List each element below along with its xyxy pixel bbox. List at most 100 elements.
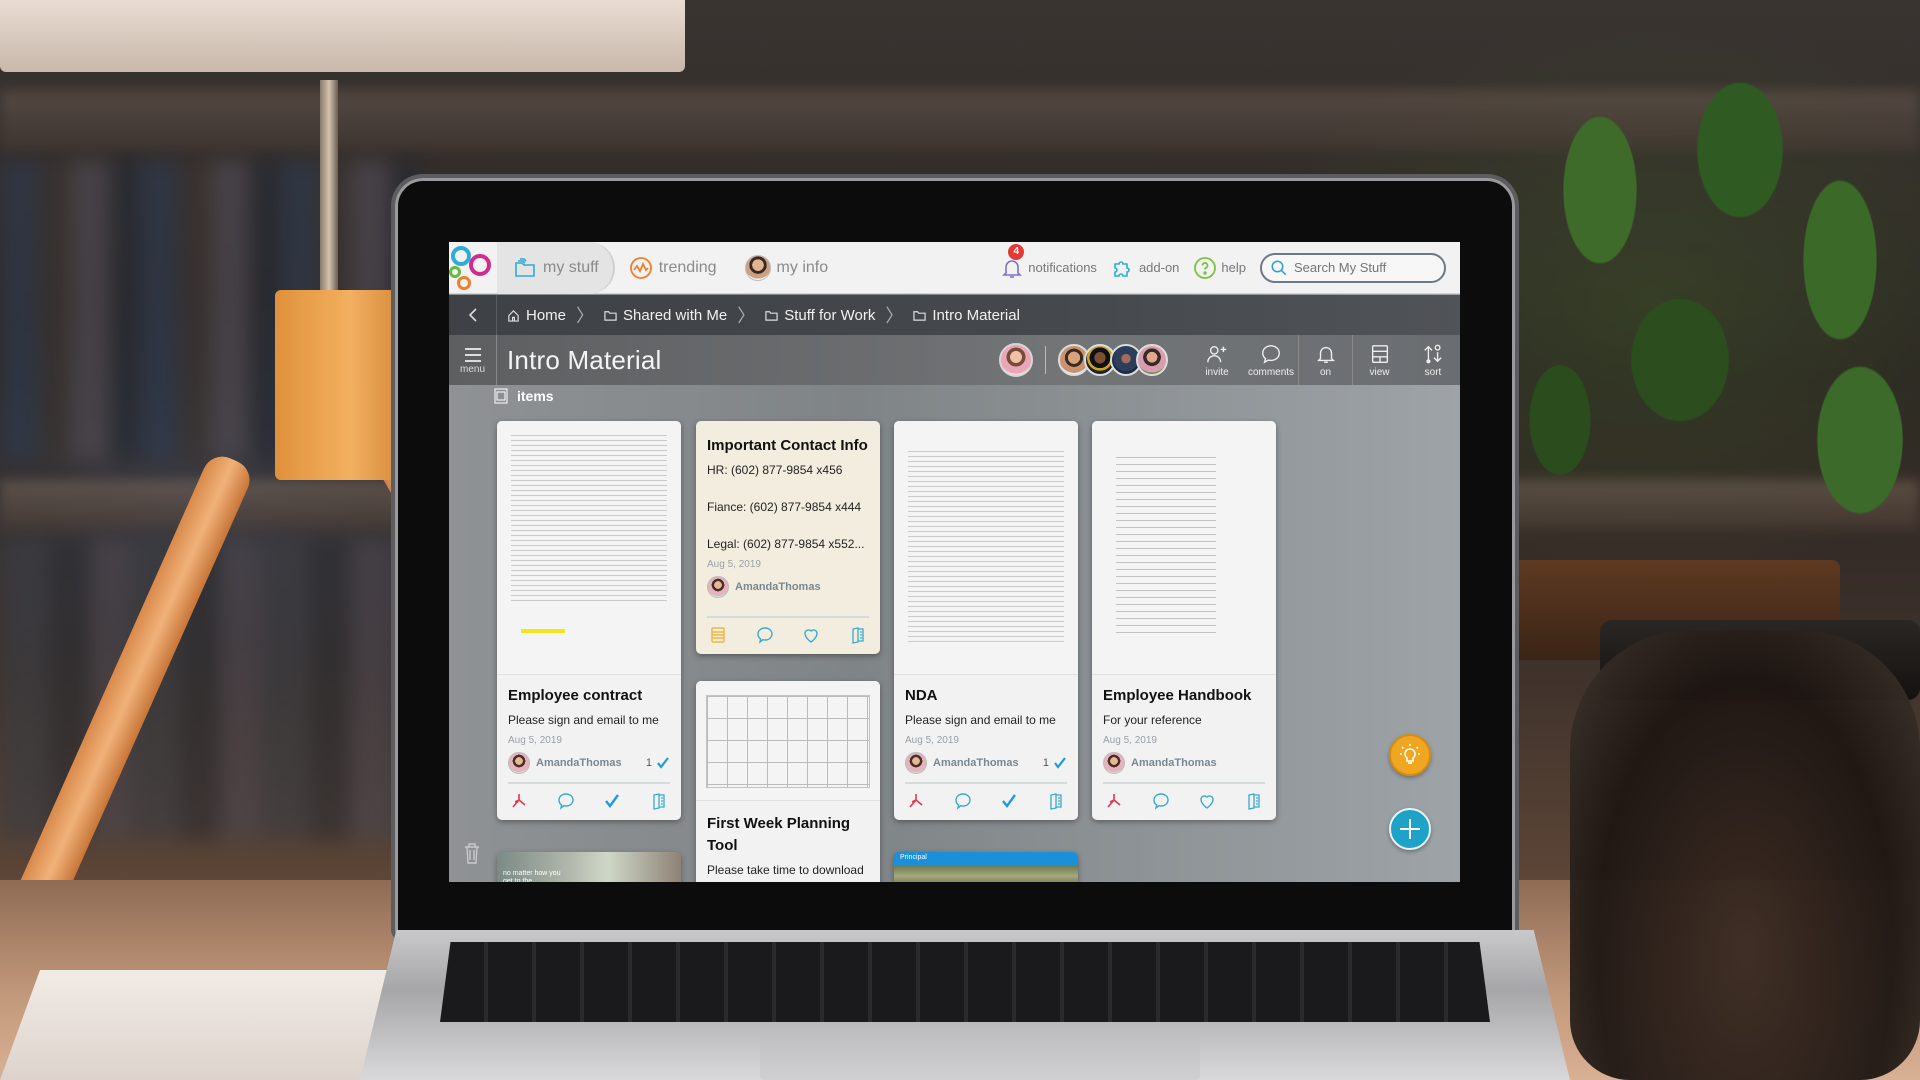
card-actions <box>707 616 869 654</box>
video-caption: no matter how you get to the <box>503 870 561 882</box>
card-title: Employee contract <box>508 687 643 704</box>
item-card-employee-handbook[interactable]: Employee Handbook For your reference Aug… <box>1092 421 1276 820</box>
tab-my-info[interactable]: my info <box>731 242 843 294</box>
sort-button[interactable]: sort <box>1406 335 1460 385</box>
plant <box>1480 40 1920 600</box>
card-subtitle: Please sign and email to me <box>508 713 659 727</box>
addon-button[interactable]: add-on <box>1111 256 1179 280</box>
check-count: 1 <box>1043 756 1067 770</box>
avatar <box>905 752 927 774</box>
add-item-button[interactable] <box>1389 808 1431 850</box>
card-subtitle: Please sign and email to me <box>905 713 1056 727</box>
avatar <box>1103 752 1125 774</box>
details-icon[interactable] <box>650 792 668 810</box>
tool-label: sort <box>1424 366 1442 378</box>
check-count-value: 1 <box>645 757 652 769</box>
comment-icon[interactable] <box>557 792 575 810</box>
breadcrumb-label: Shared with Me <box>623 306 728 324</box>
menu-button[interactable]: menu <box>449 335 497 385</box>
avatar <box>744 254 771 281</box>
items-icon <box>494 388 508 404</box>
tool-label: invite <box>1205 366 1229 378</box>
comment-icon[interactable] <box>1152 792 1170 810</box>
tab-my-stuff[interactable]: my stuff <box>497 242 615 294</box>
item-card-employee-contract[interactable]: Employee contract Please sign and email … <box>497 421 681 820</box>
check-count: 1 <box>646 756 670 770</box>
folder-icon <box>913 310 927 321</box>
app-logo[interactable] <box>449 242 497 294</box>
check-icon[interactable] <box>603 792 621 810</box>
card-actions <box>1103 782 1265 820</box>
tips-button[interactable] <box>1389 734 1431 776</box>
details-icon[interactable] <box>849 626 867 644</box>
comment-icon[interactable] <box>954 792 972 810</box>
card-owner: AmandaThomas 1 <box>508 752 670 774</box>
back-button[interactable] <box>449 295 497 335</box>
tool-label: comments <box>1247 366 1295 378</box>
help-button[interactable]: help <box>1193 256 1246 280</box>
details-icon[interactable] <box>1047 792 1065 810</box>
breadcrumb-home[interactable]: Home <box>507 307 566 324</box>
search-icon <box>1271 260 1287 275</box>
page-title: Intro Material <box>507 344 662 375</box>
add-user-icon <box>1207 345 1227 362</box>
avatar <box>508 752 530 774</box>
pdf-icon[interactable] <box>907 792 925 810</box>
pdf-icon[interactable] <box>510 792 528 810</box>
top-nav: my stuff trending my info 4 notification… <box>449 242 1460 294</box>
details-icon[interactable] <box>1245 792 1263 810</box>
item-card-important-contact-info[interactable]: Important Contact Info HR: (602) 877-985… <box>696 421 880 654</box>
member-avatars[interactable] <box>1058 344 1168 376</box>
item-card-web-link[interactable]: Principal <box>894 852 1078 882</box>
document-thumbnail <box>696 681 880 801</box>
member-avatar[interactable] <box>1136 344 1168 376</box>
comment-icon[interactable] <box>756 626 774 644</box>
comments-button[interactable]: comments <box>1244 335 1298 385</box>
heart-icon[interactable] <box>802 626 820 644</box>
trash-icon[interactable] <box>463 842 481 864</box>
note-line: Legal: (602) 877-9854 x552... <box>707 537 865 551</box>
hamburger-icon <box>464 347 481 362</box>
breadcrumb-label: Stuff for Work <box>784 306 876 324</box>
help-icon <box>1194 256 1217 279</box>
note-line: HR: (602) 877-9854 x456 <box>707 463 843 477</box>
keyboard <box>440 942 1490 1022</box>
notification-toggle[interactable]: on <box>1298 335 1352 385</box>
pdf-icon[interactable] <box>1105 792 1123 810</box>
item-card-first-week-planning-tool[interactable]: First Week Planning Tool Please take tim… <box>696 681 880 882</box>
breadcrumb-stuff-for-work[interactable]: Stuff for Work <box>765 307 875 324</box>
check-icon <box>1054 757 1066 769</box>
view-button[interactable]: view <box>1352 335 1406 385</box>
breadcrumb-separator: 〉 <box>737 306 756 326</box>
item-card-nda[interactable]: NDA Please sign and email to me Aug 5, 2… <box>894 421 1078 820</box>
folder-icon <box>765 310 778 321</box>
breadcrumb-intro-material[interactable]: Intro Material <box>913 307 1020 324</box>
card-date: Aug 5, 2019 <box>707 559 761 570</box>
card-owner: AmandaThomas <box>1103 752 1265 774</box>
app-screen: my stuff trending my info 4 notification… <box>449 242 1460 882</box>
heart-icon[interactable] <box>1198 792 1216 810</box>
lampshade <box>0 0 685 72</box>
note-line: Fiance: (602) 877-9854 x444 <box>707 500 862 514</box>
card-date: Aug 5, 2019 <box>508 735 562 746</box>
breadcrumb-label: Intro Material <box>932 306 1020 324</box>
check-icon[interactable] <box>1000 792 1018 810</box>
document-thumbnail <box>497 421 681 675</box>
folder-icon <box>604 310 617 321</box>
owner-avatar[interactable] <box>999 343 1033 377</box>
items-label: items <box>517 388 554 404</box>
breadcrumb-shared-with-me[interactable]: Shared with Me <box>604 307 727 324</box>
card-title: First Week Planning Tool <box>707 815 851 854</box>
notification-count-badge: 4 <box>1008 243 1025 260</box>
search-box[interactable] <box>1260 252 1446 283</box>
breadcrumb-label: Home <box>526 306 567 324</box>
items-section-header[interactable]: items <box>493 388 554 404</box>
invite-button[interactable]: invite <box>1190 335 1244 385</box>
note-icon[interactable] <box>709 626 727 644</box>
item-card-video[interactable]: no matter how you get to the <box>497 852 681 882</box>
card-owner: AmandaThomas 1 <box>905 752 1067 774</box>
notifications-button[interactable]: 4 notifications <box>1000 243 1097 280</box>
search-input[interactable] <box>1294 260 1434 275</box>
tab-trending[interactable]: trending <box>615 242 731 294</box>
check-icon <box>657 757 669 769</box>
